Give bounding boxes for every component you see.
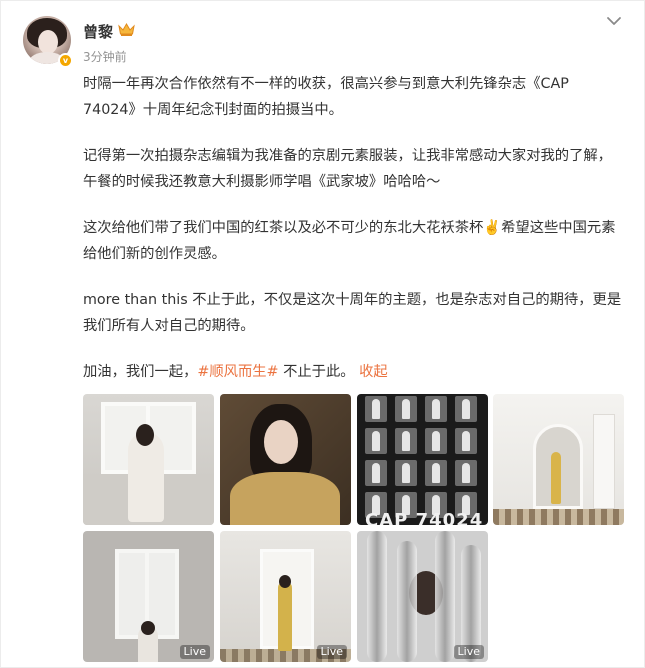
photo-thumbnail[interactable] (83, 394, 214, 525)
contact-sheet-caption: CAP 74024 (365, 510, 484, 525)
photo-thumbnail[interactable] (220, 394, 351, 525)
post-last-line: 加油，我们一起，#顺风而生# 不止于此。 收起 (83, 359, 623, 385)
live-badge: Live (179, 645, 210, 659)
live-badge: Live (316, 645, 347, 659)
live-badge: Live (453, 645, 484, 659)
photo-thumbnail[interactable]: Live (357, 531, 488, 662)
weibo-post-card: v 曾黎 3分钟前 时隔一年再次合作依然有不一样的收获，很高兴参与到意大利先锋杂… (0, 0, 645, 668)
post-paragraph: 时隔一年再次合作依然有不一样的收获，很高兴参与到意大利先锋杂志《CAP 7402… (83, 76, 569, 118)
post-time[interactable]: 3分钟前 (83, 48, 127, 65)
verified-badge: v (58, 53, 73, 68)
last-line-prefix: 加油，我们一起， (83, 364, 198, 380)
collapse-button[interactable]: 收起 (359, 364, 388, 380)
photo-thumbnail[interactable]: Live (83, 531, 214, 662)
chevron-down-icon[interactable] (605, 12, 623, 30)
photo-thumbnail[interactable]: Live (220, 531, 351, 662)
post-paragraph: more than this 不止于此，不仅是这次十周年的主题，也是杂志对自己的… (83, 292, 622, 334)
post-paragraph: 记得第一次拍摄杂志编辑为我准备的京剧元素服装，让我非常感动大家对我的了解，午餐的… (83, 148, 612, 190)
last-line-suffix: 不止于此。 (278, 364, 360, 380)
hashtag-link[interactable]: #顺风而生# (197, 364, 278, 380)
post-paragraph: 这次给他们带了我们中国的红茶以及必不可少的东北大花袄茶杯✌️希望这些中国元素给他… (83, 220, 616, 262)
crown-icon (118, 23, 135, 36)
photo-thumbnail[interactable] (493, 394, 624, 525)
username[interactable]: 曾黎 (83, 21, 113, 42)
photo-thumbnail[interactable]: CAP 74024 (357, 394, 488, 525)
